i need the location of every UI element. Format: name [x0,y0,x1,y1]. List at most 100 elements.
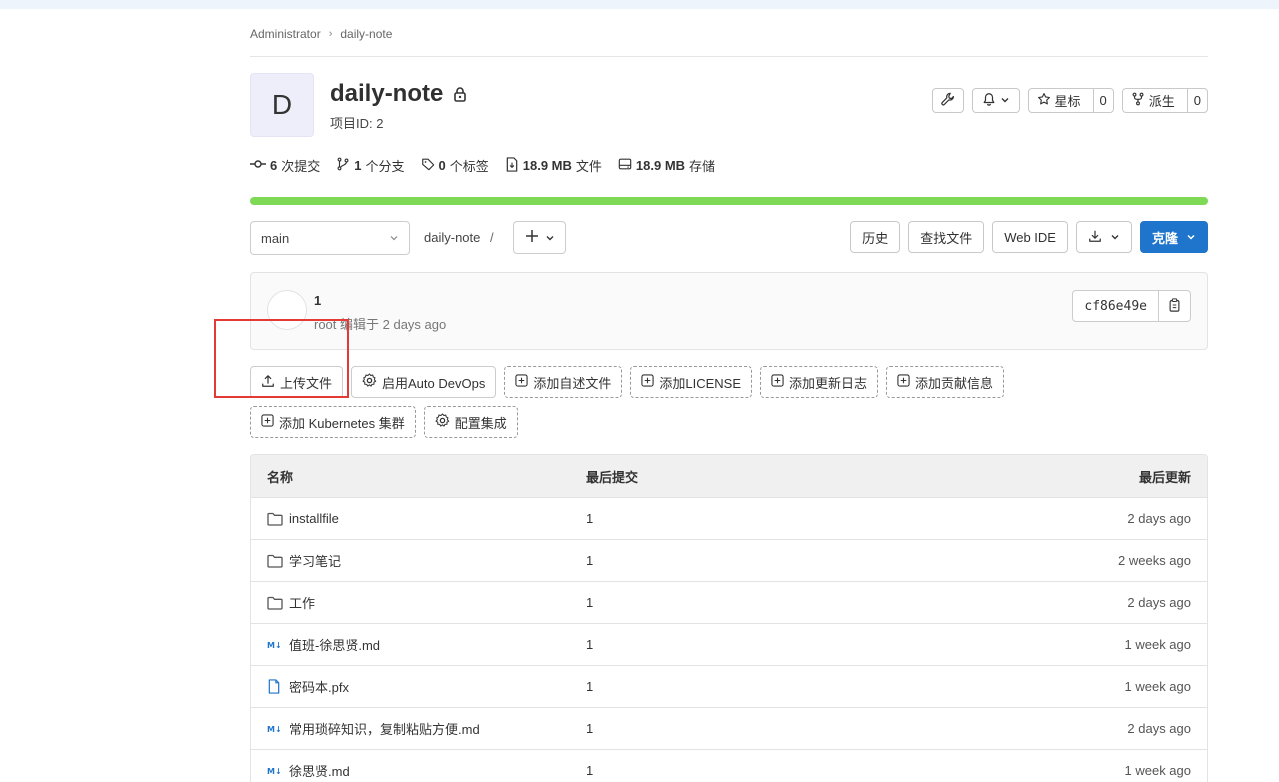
repo-toolbar: main daily-note / 历史 查找文件 Web IDE 克隆 [250,221,1208,255]
branch-dropdown[interactable]: main [250,221,410,255]
svg-text:M↓: M↓ [267,725,282,734]
files-size: 18.9 MB [522,158,572,173]
page-title: daily-note [330,80,467,108]
commit-meta: root 编辑于 2 days ago [314,317,447,332]
markdown-icon: M↓ [267,639,285,651]
file-name-cell: 密码本.pfx [267,677,349,696]
file-name-link[interactable]: 徐思贤.md [289,761,350,780]
add-contributing-button[interactable]: 添加贡献信息 [886,366,1005,398]
breadcrumb-project[interactable]: daily-note [340,27,392,41]
stat-tags[interactable]: 0 个标签 [421,156,489,175]
stat-files[interactable]: 18.9 MB 文件 [505,156,602,175]
project-name: daily-note [330,80,444,107]
file-name-cell: M↓ 值班-徐思贤.md [267,635,380,654]
plus-square-icon [897,374,910,390]
table-row[interactable]: M↓ 徐思贤.md 1 1 week ago [251,750,1207,782]
file-commit-cell[interactable]: 1 [586,721,593,736]
svg-text:M↓: M↓ [267,767,282,776]
star-button[interactable]: 星标 0 [1027,88,1114,113]
commit-title[interactable]: 1 [314,293,321,308]
clone-button[interactable]: 克隆 [1139,221,1208,253]
file-name-link[interactable]: 学习笔记 [289,551,341,570]
file-name-link[interactable]: 工作 [289,593,315,612]
settings-icon [435,413,450,431]
folder-icon [267,554,285,568]
file-name-cell: M↓ 徐思贤.md [267,761,350,780]
file-name-link[interactable]: 常用琐碎知识，复制粘贴方便.md [289,719,480,738]
add-license-label: 添加LICENSE [659,375,741,391]
file-commit-cell[interactable]: 1 [586,679,593,694]
table-row[interactable]: 学习笔记 1 2 weeks ago [251,540,1207,582]
commits-count: 6 [270,158,278,173]
header-last-update: 最后更新 [1138,469,1191,485]
add-readme-label: 添加自述文件 [533,375,612,391]
file-name-link[interactable]: 密码本.pfx [289,677,349,696]
chevron-down-icon [545,230,555,246]
header-actions: 星标 0 派生 0 [931,88,1208,113]
file-name-link[interactable]: 值班-徐思贤.md [289,635,380,654]
storage-label: 存储 [689,159,716,174]
stat-storage[interactable]: 18.9 MB 存储 [618,156,715,175]
branch-name: main [261,230,290,246]
breadcrumb-owner[interactable]: Administrator [250,27,321,41]
commit-sha[interactable]: cf86e49e [1073,291,1159,321]
file-commit-cell[interactable]: 1 [586,763,593,778]
commits-label: 次提交 [281,159,321,174]
auto-devops-label: 启用Auto DevOps [382,375,486,391]
copy-sha-button[interactable] [1159,291,1190,321]
stat-branches[interactable]: 1 个分支 [336,156,405,175]
add-license-button[interactable]: 添加LICENSE [630,366,752,398]
storage-icon [618,157,632,174]
stat-commits[interactable]: 6 次提交 [250,156,320,175]
table-row[interactable]: M↓ 常用琐碎知识，复制粘贴方便.md 1 2 days ago [251,708,1207,750]
file-commit-cell[interactable]: 1 [586,595,593,610]
fork-button[interactable]: 派生 0 [1121,88,1208,113]
project-stats: 6 次提交 1 个分支 0 个标签 18.9 MB 文件 18.9 MB 存储 [250,156,715,175]
settings-button[interactable] [931,88,964,113]
add-file-dropdown[interactable] [513,221,566,254]
file-date-cell: 2 days ago [1127,721,1191,736]
chevron-down-icon [1110,230,1120,245]
header-name: 名称 [267,469,294,485]
tags-label: 个标签 [449,159,489,174]
fork-icon [1131,92,1145,109]
file-name-cell: 学习笔记 [267,551,341,570]
file-icon [267,679,285,694]
star-label: 星标 [1054,94,1081,109]
table-header: 名称 最后提交 最后更新 [251,455,1207,498]
table-row[interactable]: installfile 1 2 days ago [251,498,1207,540]
file-commit-cell[interactable]: 1 [586,511,593,526]
history-button[interactable]: 历史 [850,221,901,253]
file-commit-cell[interactable]: 1 [586,637,593,652]
notification-button[interactable] [971,88,1020,113]
tags-count: 0 [438,158,446,173]
project-avatar[interactable]: D [250,73,314,137]
find-file-button[interactable]: 查找文件 [908,221,985,253]
file-date-cell: 1 week ago [1124,637,1192,652]
plus-square-icon [261,414,274,430]
file-commit-cell[interactable]: 1 [586,553,593,568]
repo-path-root[interactable]: daily-note [424,230,480,245]
add-kubernetes-label: 添加 Kubernetes 集群 [279,415,405,431]
file-name-link[interactable]: installfile [289,511,339,526]
upload-icon [261,374,275,391]
project-id: 项目ID: 2 [330,116,384,131]
add-readme-button[interactable]: 添加自述文件 [504,366,623,398]
configure-integrations-label: 配置集成 [454,415,507,431]
last-commit-panel: 1 root 编辑于 2 days ago cf86e49e [250,272,1208,350]
web-ide-button[interactable]: Web IDE [992,221,1068,253]
table-row[interactable]: 密码本.pfx 1 1 week ago [251,666,1207,708]
configure-integrations-button[interactable]: 配置集成 [423,406,518,438]
upload-file-button[interactable]: 上传文件 [250,366,344,398]
table-row[interactable]: M↓ 值班-徐思贤.md 1 1 week ago [251,624,1207,666]
add-changelog-button[interactable]: 添加更新日志 [760,366,879,398]
file-date-cell: 1 week ago [1124,679,1192,694]
path-separator: / [490,230,494,245]
download-button[interactable] [1075,221,1132,253]
avatar[interactable] [267,290,307,330]
table-row[interactable]: 工作 1 2 days ago [251,582,1207,624]
branches-label: 个分支 [365,159,405,174]
toolbar-actions: 历史 查找文件 Web IDE 克隆 [850,221,1208,253]
add-kubernetes-button[interactable]: 添加 Kubernetes 集群 [250,406,416,438]
auto-devops-button[interactable]: 启用Auto DevOps [351,366,497,398]
